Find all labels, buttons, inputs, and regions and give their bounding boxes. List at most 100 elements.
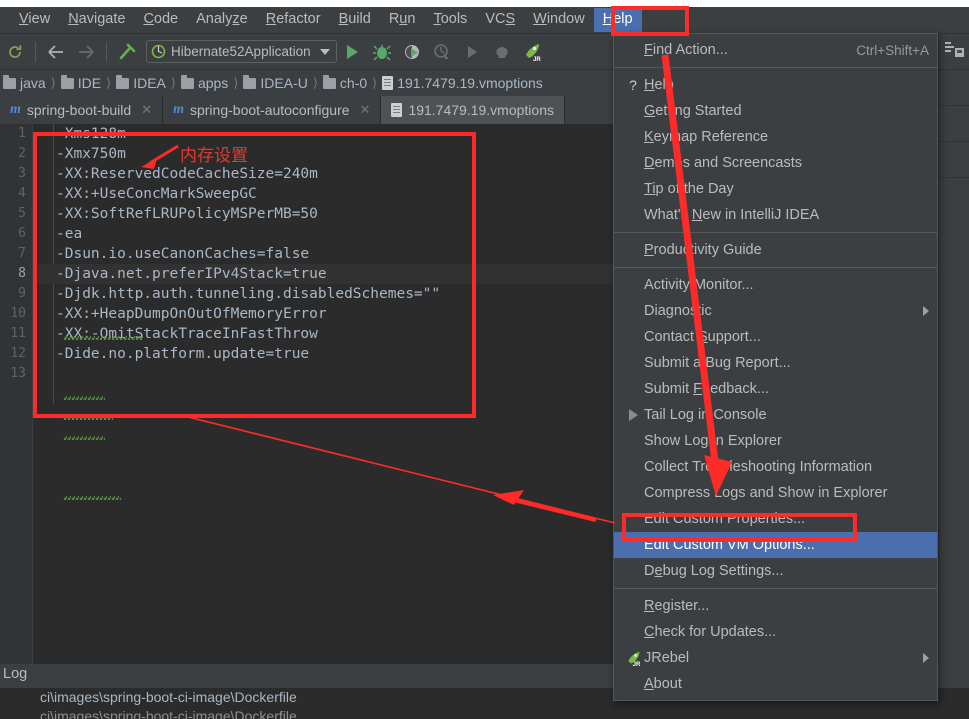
menu-run[interactable]: Run [380,8,425,32]
tab-spring-boot-build[interactable]: m spring-boot-build ✕ [0,96,164,124]
menu-refactor[interactable]: Refactor [257,8,330,32]
menu-item-getting-started[interactable]: Getting Started [614,98,937,124]
menu-item-label: About [644,676,682,692]
breadcrumb-label: IDEA [133,75,166,91]
sync-icon[interactable] [2,39,28,65]
menu-item-demos-and-screencasts[interactable]: Demos and Screencasts [614,150,937,176]
line-number: 10 [10,306,26,321]
right-strip-cell-maven[interactable] [939,34,969,70]
line-number-gutter: 1 2 3 4 5 6 7 8 9 10 11 12 13 [0,124,33,664]
menu-item-collect-troubleshooting-information[interactable]: Collect Troubleshooting Information [614,454,937,480]
menu-item-submit-bug-report[interactable]: Submit a Bug Report... [614,350,937,376]
line-number: 7 [18,246,26,261]
spellcheck-underline [63,396,105,400]
breadcrumb-item-vmoptions[interactable]: 191.7479.19.vmoptions [382,75,543,91]
menu-item-activity-monitor[interactable]: Activity Monitor... [614,272,937,298]
svg-text:JR: JR [632,662,640,667]
svg-text:JR: JR [533,57,541,62]
stop-icon[interactable] [489,39,515,65]
right-strip-cell-2[interactable] [939,70,969,106]
menu-item-check-for-updates[interactable]: Check for Updates... [614,619,937,645]
menu-item-help[interactable]: ? Help [614,72,937,98]
menu-analyze[interactable]: Analyze [187,8,257,32]
menu-item-register[interactable]: Register... [614,593,937,619]
profiler-icon[interactable] [429,39,455,65]
breadcrumb-item-ide[interactable]: IDE [60,74,102,91]
menu-window[interactable]: Window [524,8,594,32]
menu-item-debug-log-settings[interactable]: Debug Log Settings... [614,558,937,584]
breadcrumb-separator-icon: ⟩ [50,75,56,90]
menu-item-tip-of-the-day[interactable]: Tip of the Day [614,176,937,202]
maven-tool-icon [945,42,964,57]
menu-item-jrebel[interactable]: JR JRebel [614,645,937,671]
menu-code[interactable]: Code [134,8,187,32]
breadcrumb-separator-icon: ⟩ [372,75,378,90]
chevron-down-icon[interactable] [319,48,330,55]
run-with-coverage-icon[interactable] [399,39,425,65]
tab-label: spring-boot-build [26,102,132,118]
breadcrumb-item-apps[interactable]: apps [180,74,228,91]
run-icon[interactable] [339,39,365,65]
spellcheck-underline [63,496,121,500]
jrebel-run-icon[interactable]: JR [519,39,545,65]
line-number: 1 [18,126,26,141]
menu-build[interactable]: Build [330,8,380,32]
close-icon[interactable]: ✕ [141,102,152,118]
menu-item-label: Diagnostic [644,303,712,319]
breadcrumb-label: ch-0 [339,75,368,91]
menu-view[interactable]: View [10,8,59,32]
breadcrumb-item-idea[interactable]: IDEA [116,74,166,91]
debug-icon[interactable] [369,39,395,65]
menu-item-contact-support[interactable]: Contact Support... [614,324,937,350]
run-configuration-selector[interactable]: Hibernate52Application [146,40,337,63]
folder-icon [180,74,194,89]
line-number: 12 [10,346,26,361]
menu-item-label: Collect Troubleshooting Information [644,459,873,475]
log-line: ci\images\spring-boot-ci-image\Dockerfil… [40,708,297,719]
breadcrumb-item-ch-0[interactable]: ch-0 [322,74,368,91]
menu-item-find-action[interactable]: Find Action... Ctrl+Shift+A [614,37,937,63]
hammer-icon[interactable] [114,39,140,65]
breadcrumb-label: IDE [77,75,102,91]
menu-item-whats-new[interactable]: What's New in IntelliJ IDEA [614,202,937,228]
toolbar-separator-2 [106,41,107,62]
folder-icon [3,74,16,89]
menu-item-submit-feedback[interactable]: Submit Feedback... [614,376,937,402]
menu-item-label: Find Action... [644,42,728,58]
menu-item-edit-custom-properties[interactable]: Edit Custom Properties... [614,506,937,532]
menu-item-label: Show Log in Explorer [644,433,782,449]
menu-item-shortcut: Ctrl+Shift+A [856,42,929,58]
menu-item-label: Tip of the Day [644,181,734,197]
right-strip-cell-3[interactable] [939,106,969,142]
menu-item-tail-log-in-console[interactable]: Tail Log in Console [614,402,937,428]
tab-vmoptions[interactable]: 191.7479.19.vmoptions [381,96,565,124]
right-strip-cell-4[interactable] [939,142,969,178]
maven-module-icon: m [173,102,184,117]
tab-spring-boot-autoconfigure[interactable]: m spring-boot-autoconfigure ✕ [163,96,382,124]
menu-item-label: Debug Log Settings... [644,563,784,579]
menu-item-label: Keymap Reference [644,129,769,145]
breadcrumb-item-java[interactable]: java [3,74,46,91]
close-icon[interactable]: ✕ [360,102,371,118]
menu-item-productivity-guide[interactable]: Productivity Guide [614,237,937,263]
folder-icon [116,74,130,89]
menu-item-show-log-in-explorer[interactable]: Show Log in Explorer [614,428,937,454]
menu-vcs[interactable]: VCS [476,8,524,32]
rerun-icon[interactable] [459,39,485,65]
back-arrow-icon[interactable] [43,39,69,65]
menu-navigate[interactable]: Navigate [59,8,134,32]
main-menu-bar: View Navigate Code Analyze Refactor Buil… [0,7,969,34]
menu-item-keymap-reference[interactable]: Keymap Reference [614,124,937,150]
menu-tools[interactable]: Tools [424,8,476,32]
menu-help[interactable]: Help [593,8,642,32]
forward-arrow-icon[interactable] [73,39,99,65]
folder-icon [243,74,257,89]
menu-item-about[interactable]: About [614,671,937,697]
line-number: 8 [18,266,26,281]
menu-item-compress-logs-and-show-in-explorer[interactable]: Compress Logs and Show in Explorer [614,480,937,506]
breadcrumb-separator-icon: ⟩ [233,75,239,90]
menu-item-edit-custom-vm-options[interactable]: Edit Custom VM Options... [614,532,937,558]
menu-item-diagnostic[interactable]: Diagnostic [614,298,937,324]
breadcrumb-item-idea-u[interactable]: IDEA-U [243,74,308,91]
line-number: 3 [18,166,26,181]
